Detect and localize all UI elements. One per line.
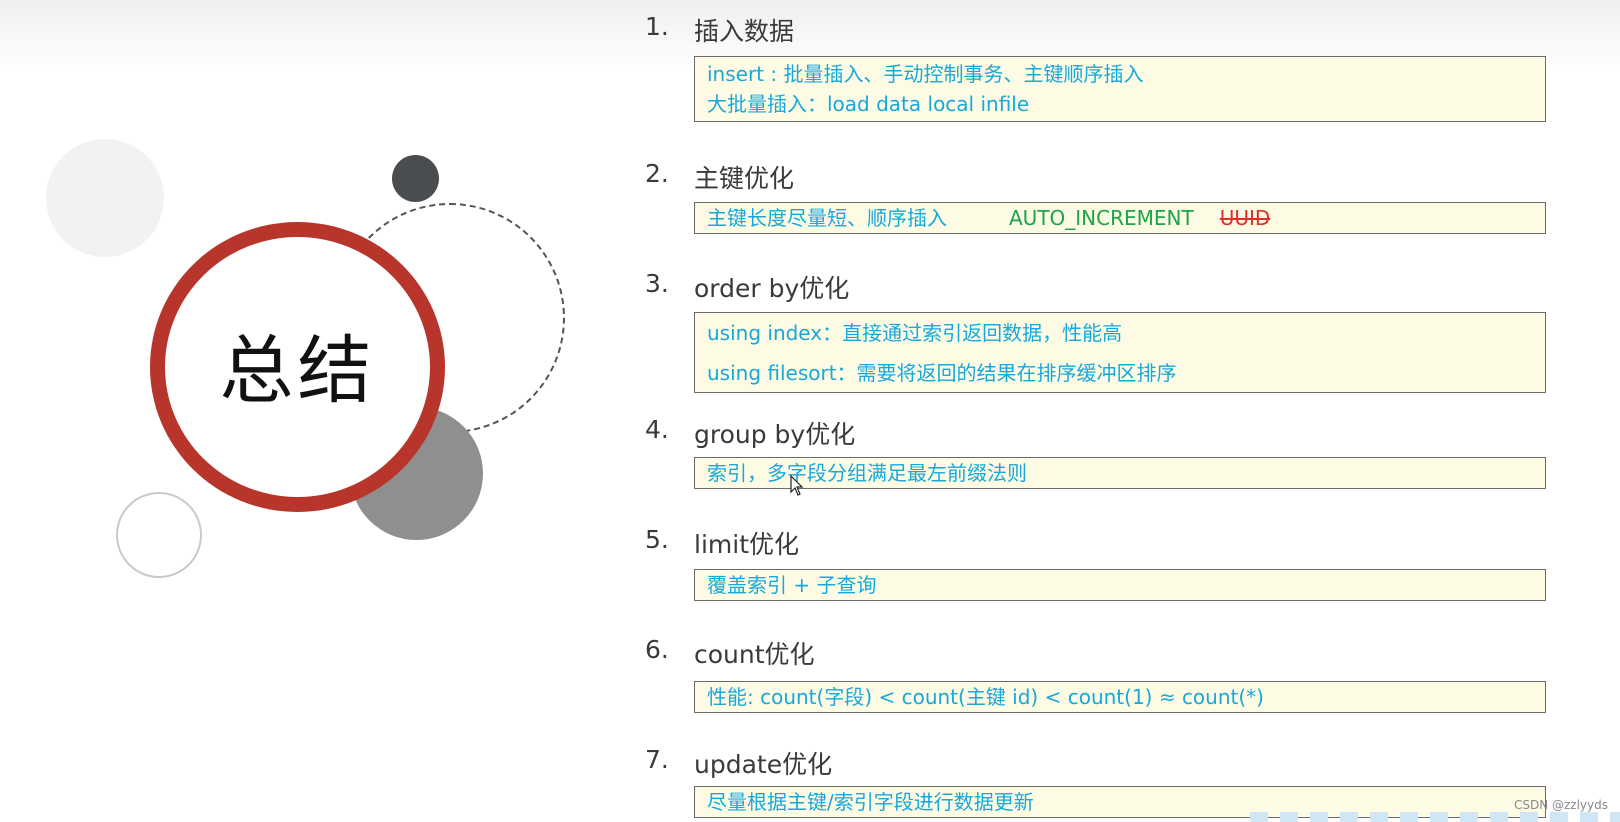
section-3-number: 3. <box>645 269 669 298</box>
section-6-number: 6. <box>645 635 669 664</box>
section-4-box: 索引，多字段分组满足最左前缀法则 <box>694 457 1546 489</box>
watermark: CSDN @zzlyyds <box>1513 798 1608 812</box>
section-1-number: 1. <box>645 12 669 41</box>
dark-dot-circle <box>392 155 439 202</box>
section-6-line: 性能: count(字段) < count(主键 id) < count(1) … <box>707 685 1264 709</box>
section-2-title: 主键优化 <box>694 164 795 193</box>
section-4-number: 4. <box>645 415 669 444</box>
light-gray-circle <box>46 139 164 257</box>
section-7-number: 7. <box>645 745 669 774</box>
section-3-line-2: using filesort：需要将返回的结果在排序缓冲区排序 <box>707 361 1177 385</box>
bottom-decoration <box>1250 812 1620 822</box>
section-2-box: 主键长度尽量短、顺序插入 AUTO_INCREMENT UUID <box>694 202 1546 234</box>
section-1-line-1: insert : 批量插入、手动控制事务、主键顺序插入 <box>707 62 1144 86</box>
slide-title: 总结 <box>219 327 376 414</box>
section-2-text: 主键长度尽量短、顺序插入 <box>707 206 947 230</box>
section-2-number: 2. <box>645 159 669 188</box>
section-3-title: order by优化 <box>694 274 850 303</box>
section-4-line: 索引，多字段分组满足最左前缀法则 <box>707 461 1027 485</box>
section-1-title: 插入数据 <box>694 17 795 46</box>
section-4-title: group by优化 <box>694 420 856 449</box>
section-5-box: 覆盖索引 + 子查询 <box>694 569 1546 601</box>
auto-increment-label: AUTO_INCREMENT <box>1009 206 1194 230</box>
section-1-line-2: 大批量插入：load data local infile <box>707 92 1030 116</box>
section-6-box: 性能: count(字段) < count(主键 id) < count(1) … <box>694 681 1546 713</box>
red-ring: 总结 <box>150 222 445 512</box>
section-5-title: limit优化 <box>694 530 799 559</box>
section-3-box: using index：直接通过索引返回数据，性能高 using filesor… <box>694 312 1546 393</box>
section-1-box: insert : 批量插入、手动控制事务、主键顺序插入 大批量插入：load d… <box>694 56 1546 122</box>
outline-circle <box>116 492 202 578</box>
section-3-line-1: using index：直接通过索引返回数据，性能高 <box>707 321 1123 345</box>
uuid-struck-label: UUID <box>1219 206 1271 230</box>
section-7-title: update优化 <box>694 750 833 779</box>
section-6-title: count优化 <box>694 640 815 669</box>
section-2-line: 主键长度尽量短、顺序插入 AUTO_INCREMENT UUID <box>707 203 1533 233</box>
mouse-cursor-icon <box>790 475 804 496</box>
section-5-number: 5. <box>645 525 669 554</box>
section-5-line: 覆盖索引 + 子查询 <box>707 573 877 597</box>
